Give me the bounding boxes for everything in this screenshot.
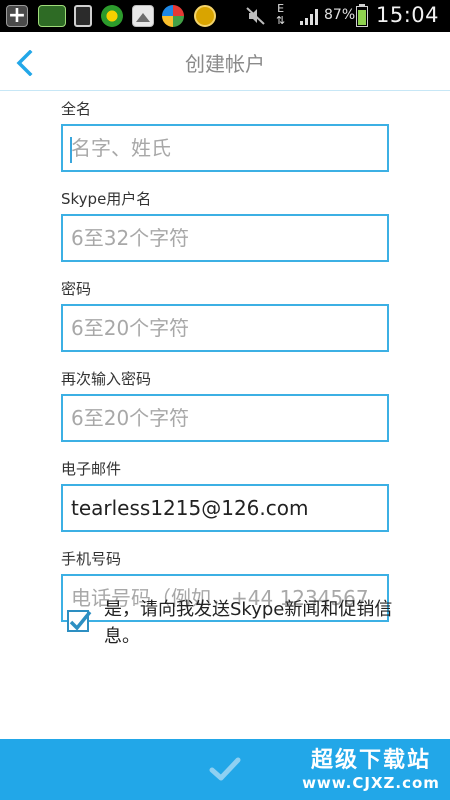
network-type: E ⇅ <box>276 2 286 27</box>
battery-percent: 87% <box>324 7 356 23</box>
confirm-password-input[interactable] <box>61 394 389 442</box>
create-account-screen: E⇅ 87% 15:04 创建帐户 全名 Skype用户名 <box>0 0 450 800</box>
signup-form: 全名 Skype用户名 密码 再次输入密码 电子邮件 手机号码 <box>61 98 391 638</box>
battery-app-icon <box>38 5 66 27</box>
watermark-logo: 超级下载站 www.CJXZ.com <box>296 749 446 795</box>
email-input[interactable] <box>61 484 389 532</box>
watermark-line1: 超级下载站 <box>310 748 431 773</box>
email-field: 电子邮件 <box>61 458 391 532</box>
skype-username-field: Skype用户名 <box>61 188 391 262</box>
gallery-icon <box>132 5 154 27</box>
text-cursor <box>70 137 72 163</box>
phone-label: 手机号码 <box>61 550 122 568</box>
page-title: 创建帐户 <box>185 52 265 76</box>
skype-username-label: Skype用户名 <box>61 190 152 208</box>
newsletter-consent-label: 是，请向我发送Skype新闻和促销信息。 <box>104 599 393 647</box>
password-field: 密码 <box>61 278 391 352</box>
confirm-password-label: 再次输入密码 <box>61 370 152 388</box>
password-label: 密码 <box>61 280 92 298</box>
phone-icon <box>74 5 92 27</box>
add-icon <box>6 3 28 28</box>
bottom-action-bar: 超级下载站 www.CJXZ.com <box>0 739 450 800</box>
app-icon <box>194 5 216 27</box>
email-label: 电子邮件 <box>61 460 122 478</box>
clock: 15:04 <box>376 3 440 27</box>
checkmark-icon <box>209 757 241 781</box>
full-name-input[interactable] <box>61 124 389 172</box>
skype-username-input[interactable] <box>61 214 389 262</box>
password-input[interactable] <box>61 304 389 352</box>
battery-icon <box>356 4 368 27</box>
checkmark-icon <box>69 610 92 631</box>
full-name-label: 全名 <box>61 100 92 118</box>
newsletter-checkbox[interactable] <box>67 610 92 632</box>
app-store-icon <box>162 5 184 27</box>
confirm-password-field: 再次输入密码 <box>61 368 391 442</box>
confirm-button[interactable] <box>200 749 250 789</box>
full-name-field: 全名 <box>61 98 391 172</box>
browser-icon <box>101 5 123 27</box>
signal-icon <box>300 9 320 25</box>
status-bar: E⇅ 87% 15:04 <box>0 0 450 32</box>
mute-icon <box>246 6 266 30</box>
header: 创建帐户 <box>0 32 450 91</box>
battery-level <box>358 10 366 25</box>
watermark-line2: www.CJXZ.com <box>302 774 440 792</box>
